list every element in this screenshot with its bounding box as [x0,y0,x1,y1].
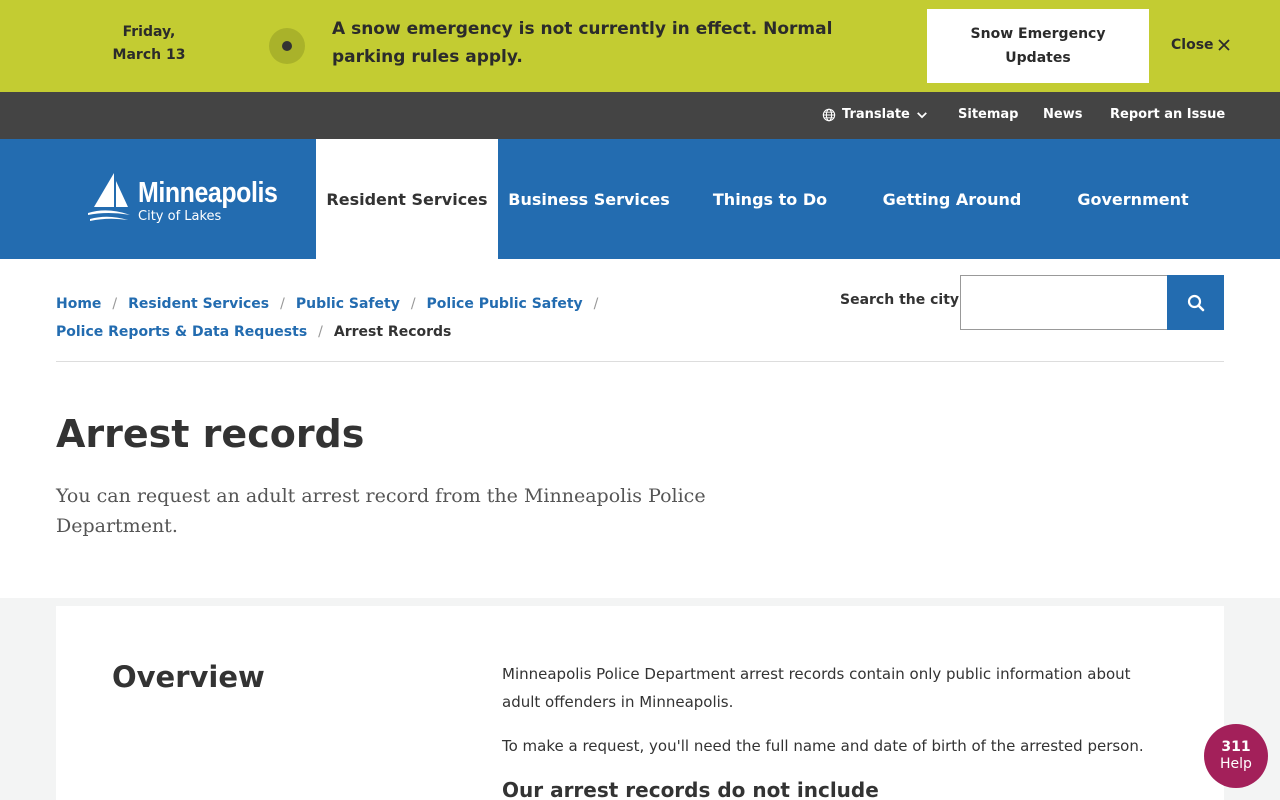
page-lede: You can request an adult arrest record f… [56,485,706,537]
breadcrumb-police-public-safety[interactable]: Police Public Safety [427,296,583,312]
breadcrumb: Home / Resident Services / Public Safety / Pol… [56,290,616,346]
help-number: 311 [1221,739,1251,755]
breadcrumb-resident-services[interactable]: Resident Services [128,296,269,312]
overview-heading: Overview [112,660,265,694]
site-header: Minneapolis City of Lakes Resident Servi… [0,139,1280,259]
search-label: Search the city [840,292,960,308]
breadcrumb-separator: / [280,296,285,312]
translate-label: Translate [842,107,910,122]
close-alert-button[interactable]: Close [1171,34,1230,56]
header-divider [56,361,1224,362]
help-311-button[interactable]: 311 Help [1204,724,1268,788]
nav-things-to-do[interactable]: Things to Do [679,139,861,259]
close-label: Close [1171,37,1214,53]
help-label: Help [1220,756,1252,772]
breadcrumb-separator: / [112,296,118,312]
search-input[interactable] [960,275,1167,330]
breadcrumb-police-reports[interactable]: Police Reports & Data Requests [56,324,307,340]
logo-tagline: City of Lakes [138,209,222,224]
report-issue-link[interactable]: Report an Issue [1110,106,1225,124]
minneapolis-logo[interactable]: Minneapolis City of Lakes [86,171,286,231]
page-title: Arrest records [56,412,365,456]
snow-emergency-updates-button[interactable]: Snow Emergency Updates [927,9,1149,83]
translate-dropdown[interactable]: Translate [822,106,928,124]
breadcrumb-home[interactable]: Home [56,296,101,312]
chevron-down-icon [916,112,927,119]
search-button[interactable] [1167,275,1224,330]
nav-government[interactable]: Government [1042,139,1224,259]
breadcrumb-separator: / [318,324,323,340]
close-icon [1217,39,1230,51]
overview-paragraph-1: Minneapolis Police Department arrest rec… [502,665,1131,711]
sailboat-logo-icon [88,173,130,221]
logo-name: Minneapolis [138,177,278,209]
sitemap-link[interactable]: Sitemap [958,106,1018,124]
breadcrumb-current: Arrest Records [333,324,452,340]
alert-message: A snow emergency is not currently in eff… [332,19,833,67]
alert-date: Friday, March 13 [112,24,186,63]
globe-icon [822,108,836,122]
status-indicator-icon [269,28,305,64]
search-icon [1187,294,1204,311]
news-link[interactable]: News [1043,106,1082,124]
utility-bar: Translate Sitemap News Report an Issue [0,92,1280,139]
breadcrumb-public-safety[interactable]: Public Safety [296,296,400,312]
breadcrumb-separator: / [410,296,416,312]
breadcrumb-separator: / [593,296,599,312]
snow-emergency-alert: Friday, March 13 A snow emergency is not… [0,0,1280,92]
nav-business-services[interactable]: Business Services [498,139,680,259]
exclusions-subheading: Our arrest records do not include [502,778,879,800]
nav-resident-services[interactable]: Resident Services [316,139,498,259]
nav-getting-around[interactable]: Getting Around [861,139,1043,259]
overview-paragraph-2: To make a request, you'll need the full … [502,737,1144,755]
